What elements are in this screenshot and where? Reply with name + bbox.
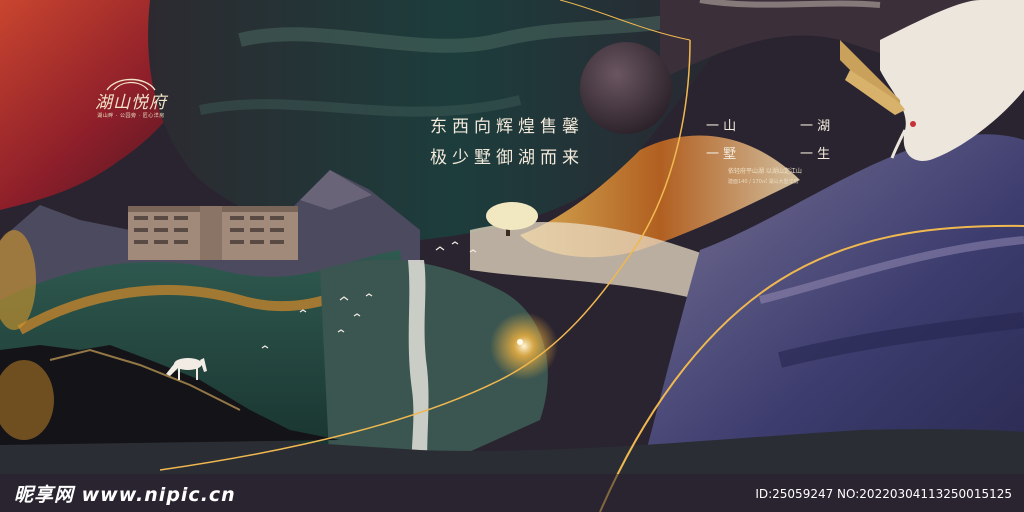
slogan-right-1: 一 湖 [800, 119, 831, 134]
slogan-left-2: 一 墅 [706, 147, 737, 162]
headline-line-2: 极少墅御湖而来 [430, 148, 584, 168]
logo-name: 湖山悦府 [95, 93, 167, 113]
slogan-left-1: 一 山 [706, 119, 737, 134]
slogan-right-2: 一 生 [800, 147, 831, 162]
poster: 湖山悦府 湖山畔 · 公园旁 · 匠心洋房 东西向辉煌售馨 极少墅御湖而来 一 … [0, 0, 1024, 512]
site-watermark: 昵享网 www.nipic.cn [14, 484, 236, 506]
headline-line-1: 东西向辉煌售馨 [430, 117, 584, 137]
spec-text: 建面140 / 170㎡ 湖山大墅洋房 [728, 179, 799, 185]
tagline: 依轻府平山湖 以湖山定江山 [728, 168, 802, 175]
logo-subtitle: 湖山畔 · 公园旁 · 匠心洋房 [97, 113, 165, 119]
image-id: ID:25059247 NO:20220304113250015125 [755, 487, 1012, 501]
headline: 东西向辉煌售馨 极少墅御湖而来 [430, 112, 584, 174]
building-illustration [128, 206, 298, 260]
brand-logo: 湖山悦府 湖山畔 · 公园旁 · 匠心洋房 [86, 74, 176, 126]
moon [580, 42, 672, 134]
